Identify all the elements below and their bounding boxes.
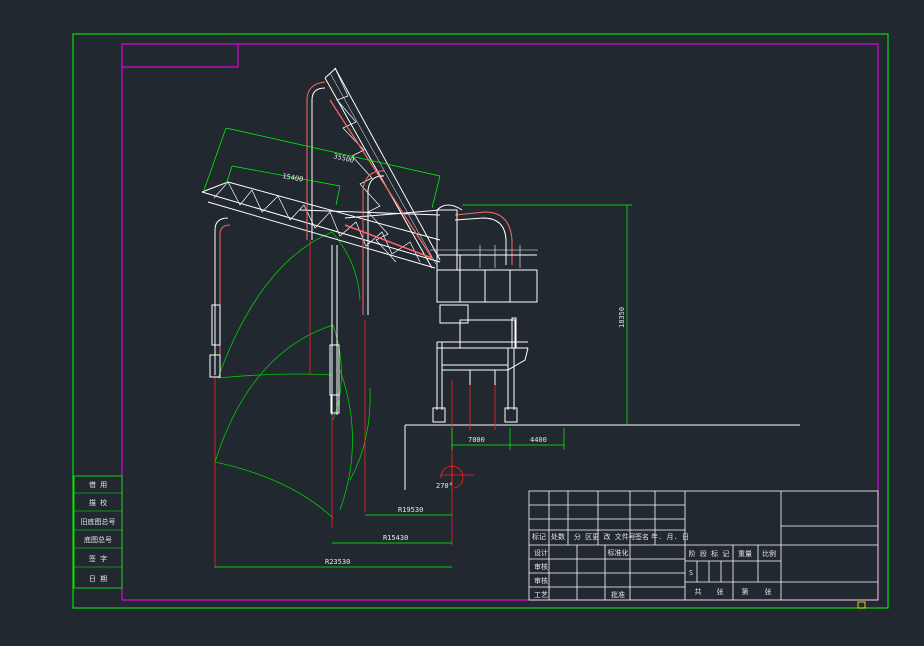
hidden-lines (214, 240, 496, 568)
tb-weight: 重量 (738, 550, 752, 558)
dim-reach-3: R23530 (325, 558, 350, 566)
side-table: 借 用 描 校 旧底图总号 底图总号 签 字 日 期 (73, 475, 123, 589)
side-row-2: 描 校 (89, 498, 107, 507)
outer-border (72, 33, 889, 609)
tb-header-change: 更 改 文件号 (592, 532, 635, 541)
dim-track-gauge: 7000 (468, 436, 485, 444)
ground (404, 424, 800, 490)
cad-drawing-canvas[interactable]: 借 用 描 校 旧底图总号 底图总号 签 字 日 期 270° 35500 15… (0, 0, 924, 642)
tb-header-date: 年. 月. 日 (651, 532, 689, 541)
rotation-symbol: 270° (436, 465, 464, 490)
dim-reach-2: R15430 (383, 534, 408, 542)
inner-frame (121, 43, 879, 601)
tb-sheet-total: 共 (695, 587, 702, 596)
tb-sheet-unit-1: 张 (717, 587, 724, 596)
main-boom (324, 67, 441, 269)
side-row-1: 借 用 (89, 480, 107, 489)
dim-arm-length: 15400 (282, 172, 304, 184)
portal-frame (432, 317, 529, 423)
tb-row-approve: 批准 (611, 590, 625, 599)
title-block-text: 标记 处数 分 区 更 改 文件号 签名 年. 月. 日 设计 标准化 审核 审… (532, 532, 776, 599)
tb-header-count: 处数 (551, 532, 565, 541)
rotation-angle-label: 270° (436, 482, 453, 490)
slew-arcs (214, 231, 371, 519)
tb-stage-mark: 阶 段 标 记 (689, 549, 730, 558)
tb-header-mark: 标记 (532, 532, 546, 541)
tb-sheet-unit-2: 张 (765, 587, 772, 596)
tb-scale: 比例 (762, 549, 776, 558)
drawing-svg[interactable]: 借 用 描 校 旧底图总号 底图总号 签 字 日 期 270° 35500 15… (0, 0, 924, 642)
tb-stage-s: S (689, 569, 693, 577)
corner-marker (857, 601, 866, 609)
side-row-3: 旧底图总号 (81, 517, 116, 526)
tb-row-design: 设计 (534, 548, 548, 557)
side-row-6: 日 期 (89, 575, 107, 583)
tb-row-review-1: 审核 (534, 562, 548, 571)
tb-row-process: 工艺 (534, 591, 548, 599)
frame-corner-box (121, 43, 239, 68)
title-block (528, 490, 879, 601)
machine-house (430, 204, 538, 349)
dim-track-offset: 4400 (530, 436, 547, 444)
dim-reach-1: R19530 (398, 506, 423, 514)
dim-height: 18350 (618, 307, 626, 328)
tb-row-review-2: 审核 (534, 576, 548, 585)
tb-row-standard: 标准化 (608, 548, 629, 557)
dim-boom-length: 35500 (333, 152, 355, 165)
tb-header-sign: 签名 (635, 532, 649, 541)
tb-header-zone: 分 区 (574, 532, 592, 541)
side-row-5: 签 字 (89, 554, 107, 563)
tb-sheet-no: 第 (742, 587, 749, 596)
side-row-4: 底图总号 (84, 535, 112, 544)
cylinder-line (344, 224, 433, 259)
